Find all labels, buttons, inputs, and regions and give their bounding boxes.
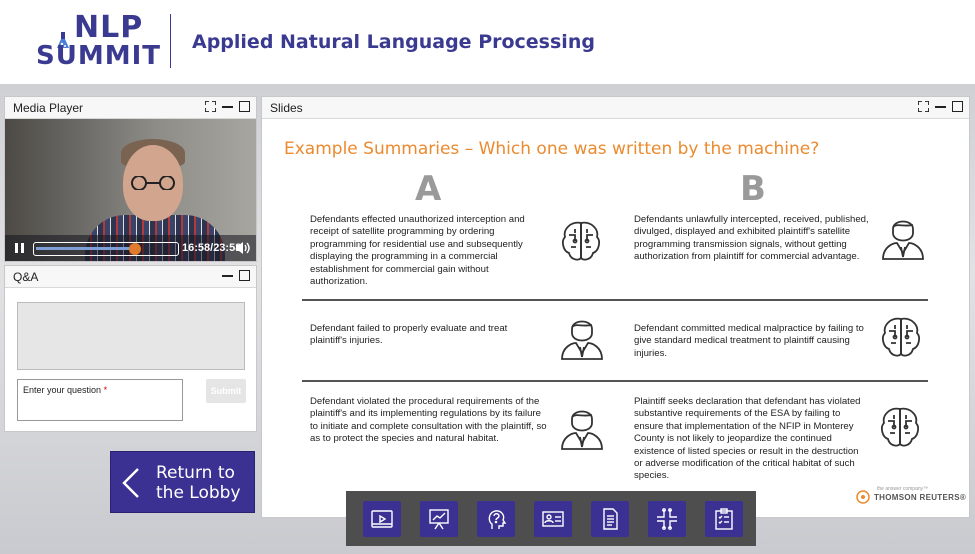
media-player-header: Media Player [5, 97, 256, 119]
video-frame[interactable]: 16:58/23:58 [5, 119, 256, 261]
slides-title: Slides [270, 101, 303, 115]
summary-b-3: Plaintiff seeks declaration that defenda… [634, 396, 861, 482]
required-mark: * [103, 385, 108, 395]
header-divider [170, 14, 171, 68]
qa-panel: Q&A Enter your question * Submit [4, 265, 257, 432]
minimize-icon[interactable] [222, 101, 233, 112]
summary-b-2: Defendant committed medical malpractice … [634, 323, 864, 359]
logo-summit: SUMMIT [36, 41, 161, 71]
document-tool-button[interactable] [591, 500, 629, 537]
seek-handle[interactable] [129, 243, 142, 255]
media-player-title: Media Player [13, 101, 84, 115]
brand-tagline: the answer company™ [877, 486, 929, 492]
media-player-icon [371, 509, 393, 528]
page-title: Applied Natural Language Processing [192, 31, 595, 53]
volume-icon[interactable] [235, 240, 251, 256]
presentation-icon [429, 508, 449, 529]
logo: NLP SUMMIT [36, 10, 160, 72]
summary-a-3: Defendant violated the procedural requir… [310, 396, 547, 445]
brain-icon [881, 407, 919, 447]
speaker-glasses [131, 176, 175, 190]
qa-tool-button[interactable] [477, 500, 515, 537]
seek-bar[interactable] [33, 242, 179, 256]
slides-panel: Slides Example Summaries – Which one was… [261, 96, 970, 518]
maximize-icon[interactable] [239, 101, 250, 112]
expand-icon[interactable] [205, 101, 216, 112]
lobby-label: Return to the Lobby [156, 463, 241, 503]
minimize-icon[interactable] [222, 270, 233, 281]
brain-icon [882, 317, 920, 357]
question-placeholder: Enter your question [23, 385, 102, 395]
seek-progress [36, 247, 136, 250]
qa-messages [17, 302, 245, 370]
summary-b-1: Defendants unlawfully intercepted, recei… [634, 214, 869, 263]
id-card-icon [542, 510, 564, 527]
column-b-label: B [740, 169, 766, 209]
maximize-icon[interactable] [239, 270, 250, 281]
slide-heading: Example Summaries – Which one was writte… [284, 139, 820, 159]
media-player-tool-button[interactable] [363, 500, 401, 537]
bottom-toolbar [346, 491, 756, 546]
clipboard-icon [715, 507, 733, 530]
maximize-icon[interactable] [952, 101, 963, 112]
survey-tool-button[interactable] [705, 500, 743, 537]
logo-nlp: NLP [74, 10, 144, 45]
lobby-label-line1: Return to [156, 463, 235, 483]
expand-icon[interactable] [918, 101, 929, 112]
slides-tool-button[interactable] [420, 500, 458, 537]
header: NLP SUMMIT Applied Natural Language Proc… [0, 0, 975, 84]
person-icon [882, 220, 924, 260]
row-divider [302, 299, 928, 301]
row-divider [302, 380, 928, 382]
lobby-label-line2: the Lobby [156, 483, 241, 503]
video-controls: 16:58/23:58 [5, 235, 256, 261]
document-icon [603, 507, 618, 530]
pause-icon[interactable] [13, 241, 27, 255]
network-tool-button[interactable] [648, 500, 686, 537]
minimize-icon[interactable] [935, 101, 946, 112]
question-input[interactable]: Enter your question * [17, 379, 183, 421]
speaker-bio-tool-button[interactable] [534, 500, 572, 537]
brand-name: THOMSON REUTERS® [874, 493, 967, 502]
summary-a-2: Defendant failed to properly evaluate an… [310, 323, 508, 347]
network-icon [657, 507, 677, 530]
chevron-left-icon [122, 468, 139, 498]
brain-icon [562, 221, 600, 261]
media-player-panel: Media Player 16:58/23:58 [4, 96, 257, 262]
slides-header: Slides [262, 97, 969, 119]
return-to-lobby-button[interactable]: Return to the Lobby [110, 451, 255, 513]
question-head-icon [488, 509, 507, 529]
person-icon [561, 320, 603, 360]
column-a-label: A [415, 169, 442, 209]
time-readout: 16:58/23:58 [182, 242, 242, 254]
qa-header: Q&A [5, 266, 256, 288]
submit-button[interactable]: Submit [206, 379, 246, 403]
summary-a-1: Defendants effected unauthorized interce… [310, 214, 525, 288]
thomson-reuters-logo-icon [856, 490, 870, 504]
qa-title: Q&A [13, 270, 39, 284]
person-icon [561, 410, 603, 450]
